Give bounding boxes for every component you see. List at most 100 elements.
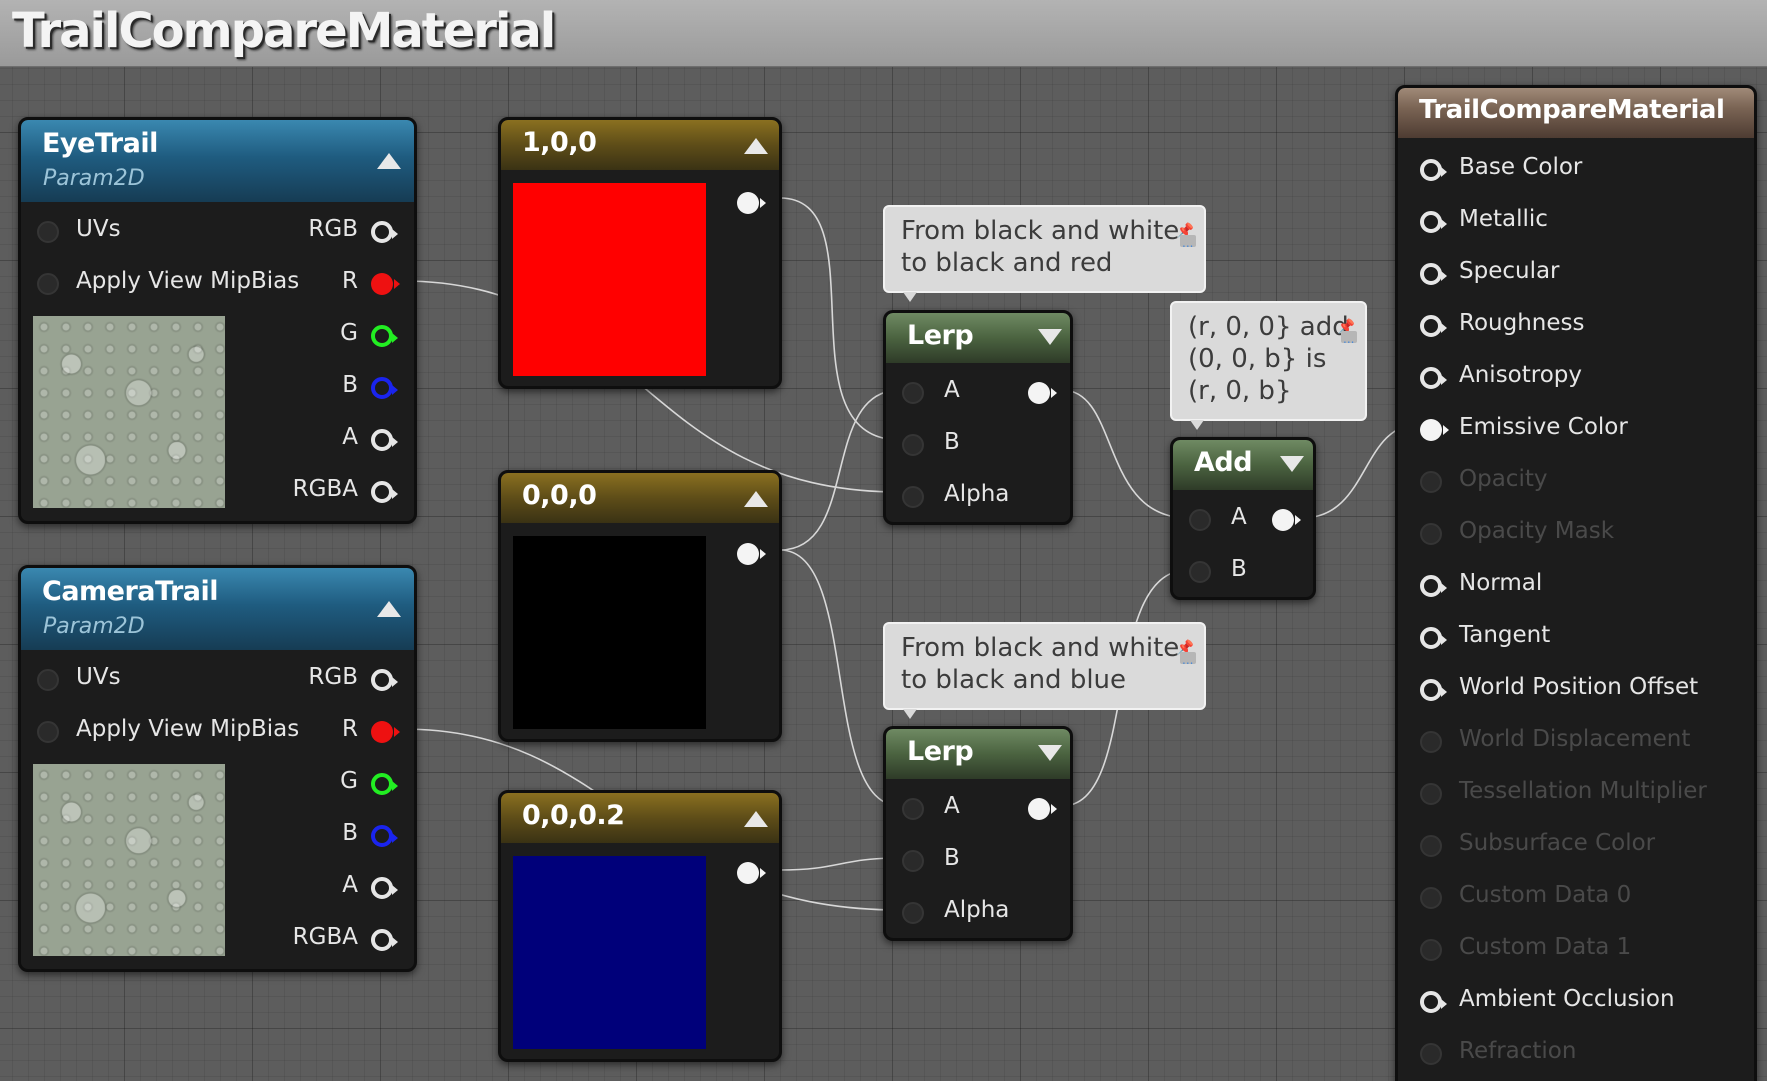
rgba-output-pin[interactable]	[371, 481, 398, 503]
lerp-bottom-node[interactable]: Lerp A B Alpha	[883, 726, 1073, 941]
result-pin-label: World Position Offset	[1459, 674, 1699, 700]
rgb-output-pin[interactable]	[371, 221, 398, 243]
expand-icon[interactable]	[1280, 456, 1304, 472]
node-subtitle: Param2D	[43, 614, 145, 639]
result-pin-0[interactable]	[1420, 159, 1447, 181]
output-pin[interactable]	[1028, 798, 1057, 820]
texture-thumbnail	[33, 764, 225, 956]
result-header[interactable]: TrailCompareMaterial	[1398, 88, 1754, 138]
eyetrail-header[interactable]: EyeTrail Param2D	[21, 120, 414, 202]
color-swatch	[513, 183, 706, 376]
comment-bubble-icon[interactable]	[1180, 227, 1196, 259]
a-input-pin[interactable]	[1189, 509, 1211, 531]
constant-red-header[interactable]: 1,0,0	[501, 120, 779, 170]
expand-icon[interactable]	[1038, 329, 1062, 345]
rgba-output-pin[interactable]	[371, 929, 398, 951]
constant-black-header[interactable]: 0,0,0	[501, 473, 779, 523]
result-pin-1[interactable]	[1420, 211, 1447, 233]
wire-blue-to-lerp-bottom-b	[779, 857, 901, 871]
collapse-icon[interactable]	[744, 811, 768, 827]
b-output-pin[interactable]	[371, 377, 398, 399]
result-pin-14	[1420, 887, 1442, 909]
comment-lerp-bottom[interactable]: From black and white to black and blue 📌	[883, 622, 1206, 719]
comment-bubble-icon[interactable]	[1341, 323, 1357, 355]
a-input-pin[interactable]	[902, 798, 924, 820]
lerp-bottom-header[interactable]: Lerp	[886, 729, 1070, 779]
b-input-pin[interactable]	[902, 850, 924, 872]
result-pin-label: Opacity	[1459, 466, 1548, 492]
mipbias-input-pin[interactable]	[37, 721, 59, 743]
collapse-icon[interactable]	[744, 491, 768, 507]
b-input-pin[interactable]	[1189, 561, 1211, 583]
collapse-icon[interactable]	[744, 138, 768, 154]
result-pin-label: Custom Data 0	[1459, 882, 1632, 908]
eyetrail-node[interactable]: EyeTrail Param2D UVs Apply View MipBias …	[18, 117, 417, 524]
mipbias-input-pin[interactable]	[37, 273, 59, 295]
rgb-output-pin[interactable]	[371, 669, 398, 691]
node-title: 0,0,0	[522, 480, 597, 511]
constant-black-node[interactable]: 0,0,0	[498, 470, 782, 742]
output-pin[interactable]	[737, 192, 766, 214]
r-output-pin[interactable]	[371, 721, 400, 743]
alpha-input-pin[interactable]	[902, 902, 924, 924]
lerp-top-header[interactable]: Lerp	[886, 313, 1070, 363]
result-pin-3[interactable]	[1420, 315, 1447, 337]
result-pin-5[interactable]	[1420, 419, 1449, 441]
node-title: EyeTrail	[42, 128, 158, 159]
collapse-icon[interactable]	[377, 601, 401, 617]
constant-blue-header[interactable]: 0,0,0.2	[501, 793, 779, 843]
a-input-pin[interactable]	[902, 382, 924, 404]
result-pin-label: Custom Data 1	[1459, 934, 1632, 960]
result-pin-label: Anisotropy	[1459, 362, 1583, 388]
uvs-input-pin[interactable]	[37, 669, 59, 691]
r-output-pin[interactable]	[371, 273, 400, 295]
g-output-pin[interactable]	[371, 325, 398, 347]
a-output-label: A	[342, 872, 358, 898]
uvs-input-label: UVs	[76, 216, 121, 242]
expand-icon[interactable]	[1038, 745, 1062, 761]
b-input-pin[interactable]	[902, 434, 924, 456]
comment-text: (r, 0, 0} add (0, 0, b} is (r, 0, b}	[1188, 312, 1349, 406]
result-pin-10[interactable]	[1420, 679, 1447, 701]
add-header[interactable]: Add	[1173, 440, 1313, 490]
constant-red-node[interactable]: 1,0,0	[498, 117, 782, 389]
lerp-top-node[interactable]: Lerp A B Alpha	[883, 310, 1073, 525]
node-title: Add	[1194, 447, 1253, 478]
result-pin-8[interactable]	[1420, 575, 1447, 597]
cameratrail-node[interactable]: CameraTrail Param2D UVs Apply View MipBi…	[18, 565, 417, 972]
result-pin-16[interactable]	[1420, 991, 1447, 1013]
a-output-pin[interactable]	[371, 877, 398, 899]
result-pin-13	[1420, 835, 1442, 857]
result-pin-11	[1420, 731, 1442, 753]
output-pin[interactable]	[1028, 382, 1057, 404]
output-pin[interactable]	[1272, 509, 1301, 531]
g-output-pin[interactable]	[371, 773, 398, 795]
alpha-input-pin[interactable]	[902, 486, 924, 508]
uvs-input-pin[interactable]	[37, 221, 59, 243]
add-node[interactable]: Add A B	[1170, 437, 1316, 600]
result-pin-label: Base Color	[1459, 154, 1583, 180]
rgb-output-label: RGB	[308, 216, 358, 242]
material-result-node[interactable]: TrailCompareMaterial Base Color Metallic S…	[1395, 85, 1757, 1081]
output-pin[interactable]	[737, 862, 766, 884]
comment-bubble-icon[interactable]	[1180, 644, 1196, 676]
result-pin-17	[1420, 1043, 1442, 1065]
mipbias-input-label: Apply View MipBias	[76, 268, 300, 294]
b-output-pin[interactable]	[371, 825, 398, 847]
a-output-pin[interactable]	[371, 429, 398, 451]
comment-add[interactable]: (r, 0, 0} add (0, 0, b} is (r, 0, b} 📌	[1170, 301, 1367, 430]
constant-blue-node[interactable]: 0,0,0.2	[498, 790, 782, 1062]
color-swatch	[513, 536, 706, 729]
result-pin-6	[1420, 471, 1442, 493]
result-pin-15	[1420, 939, 1442, 961]
result-pin-9[interactable]	[1420, 627, 1447, 649]
g-output-label: G	[340, 768, 358, 794]
result-pin-2[interactable]	[1420, 263, 1447, 285]
result-pin-4[interactable]	[1420, 367, 1447, 389]
output-pin[interactable]	[737, 543, 766, 565]
a-input-label: A	[1231, 504, 1247, 530]
cameratrail-header[interactable]: CameraTrail Param2D	[21, 568, 414, 650]
collapse-icon[interactable]	[377, 153, 401, 169]
r-output-label: R	[342, 268, 358, 294]
comment-lerp-top[interactable]: From black and white to black and red 📌	[883, 205, 1206, 302]
